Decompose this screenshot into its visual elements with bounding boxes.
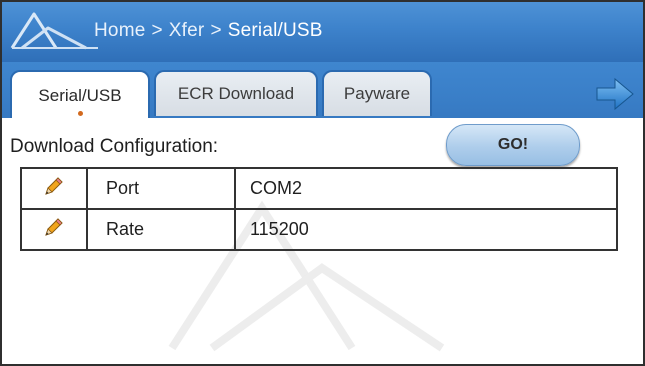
breadcrumb-separator: > xyxy=(210,20,222,41)
edit-rate-button[interactable] xyxy=(20,208,88,251)
tab-label: Serial/USB xyxy=(38,86,122,105)
pencil-icon xyxy=(45,218,63,236)
tab-ecr-download[interactable]: ECR Download xyxy=(154,70,318,116)
logo-icon xyxy=(10,12,98,50)
tab-label: ECR Download xyxy=(177,84,295,103)
rate-value[interactable]: 115200 xyxy=(234,208,618,251)
tab-serial-usb[interactable]: Serial/USB xyxy=(10,70,150,120)
breadcrumb-home[interactable]: Home xyxy=(94,20,145,41)
port-label: Port xyxy=(86,167,236,210)
breadcrumb-separator: > xyxy=(151,20,163,41)
active-tab-indicator xyxy=(78,111,83,116)
breadcrumb-current: Serial/USB xyxy=(227,20,323,41)
rate-label: Rate xyxy=(86,208,236,251)
tab-strip: Serial/USB ECR Download Payware xyxy=(2,62,643,120)
breadcrumb-xfer[interactable]: Xfer xyxy=(169,20,205,41)
edit-port-button[interactable] xyxy=(20,167,88,210)
section-title: Download Configuration: xyxy=(10,136,219,157)
port-value[interactable]: COM2 xyxy=(234,167,618,210)
breadcrumb: Home > Xfer > Serial/USB xyxy=(94,20,323,42)
table-row: Rate 115200 xyxy=(20,208,618,251)
tab-payware[interactable]: Payware xyxy=(322,70,432,116)
table-row: Port COM2 xyxy=(20,167,618,210)
go-button[interactable]: GO! xyxy=(446,124,580,166)
tab-label: Payware xyxy=(343,84,411,103)
pencil-icon xyxy=(45,177,63,195)
next-arrow-icon[interactable] xyxy=(595,76,635,112)
config-table: Port COM2 Rate 115200 xyxy=(20,167,618,251)
content-panel: Download Configuration: GO! Port COM2 Ra… xyxy=(2,118,643,364)
device-screen: Home > Xfer > Serial/USB Serial/USB ECR Down… xyxy=(0,0,645,366)
title-bar: Home > Xfer > Serial/USB xyxy=(2,2,643,64)
